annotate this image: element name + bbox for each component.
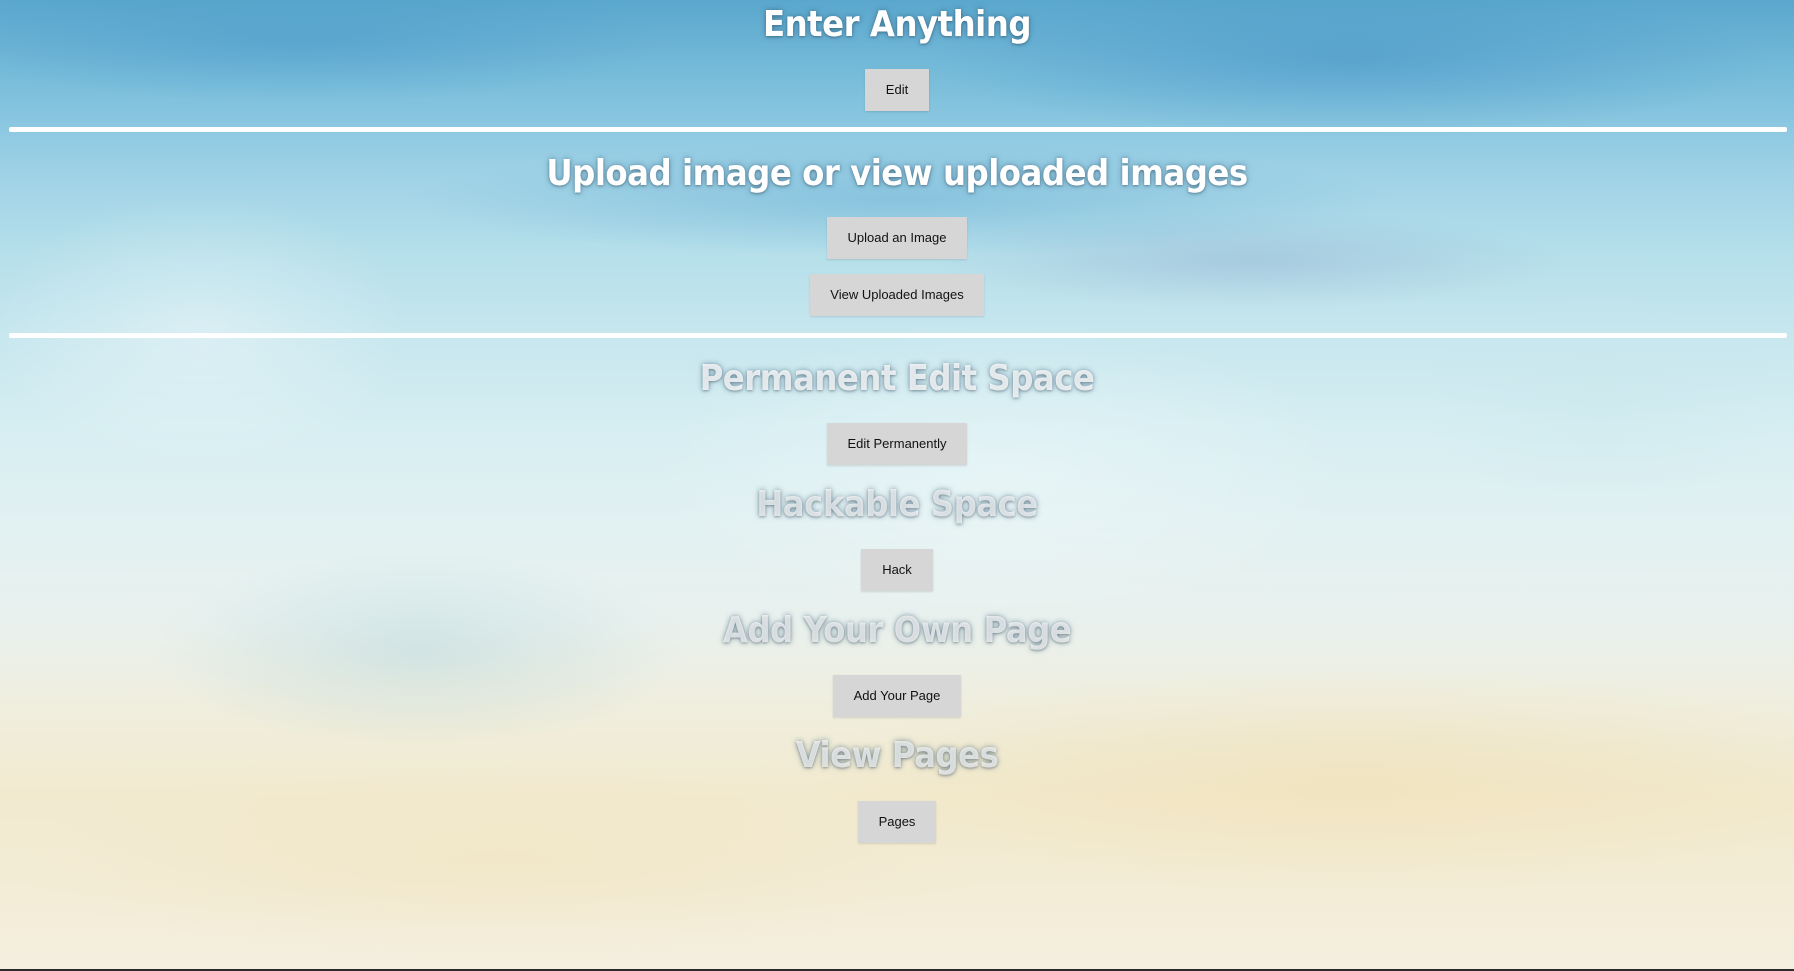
hack-button[interactable]: Hack	[861, 549, 933, 591]
upload-section-title: Upload image or view uploaded images	[546, 153, 1248, 194]
permanent-edit-title: Permanent Edit Space	[699, 358, 1095, 399]
view-pages-title: View Pages	[795, 735, 999, 776]
add-your-page-button[interactable]: Add Your Page	[833, 675, 961, 717]
pages-button[interactable]: Pages	[858, 801, 936, 843]
edit-button[interactable]: Edit	[865, 69, 929, 111]
add-own-page-title: Add Your Own Page	[722, 610, 1072, 651]
divider-middle	[9, 333, 1787, 338]
upload-image-button[interactable]: Upload an Image	[827, 217, 967, 259]
main-content: Enter Anything Edit Upload image or view…	[0, 0, 1794, 969]
hackable-space-title: Hackable Space	[756, 484, 1038, 525]
edit-permanently-button[interactable]: Edit Permanently	[827, 423, 967, 465]
enter-anything-title: Enter Anything	[762, 4, 1032, 45]
divider-top	[9, 127, 1787, 132]
view-uploaded-images-button[interactable]: View Uploaded Images	[810, 274, 984, 316]
